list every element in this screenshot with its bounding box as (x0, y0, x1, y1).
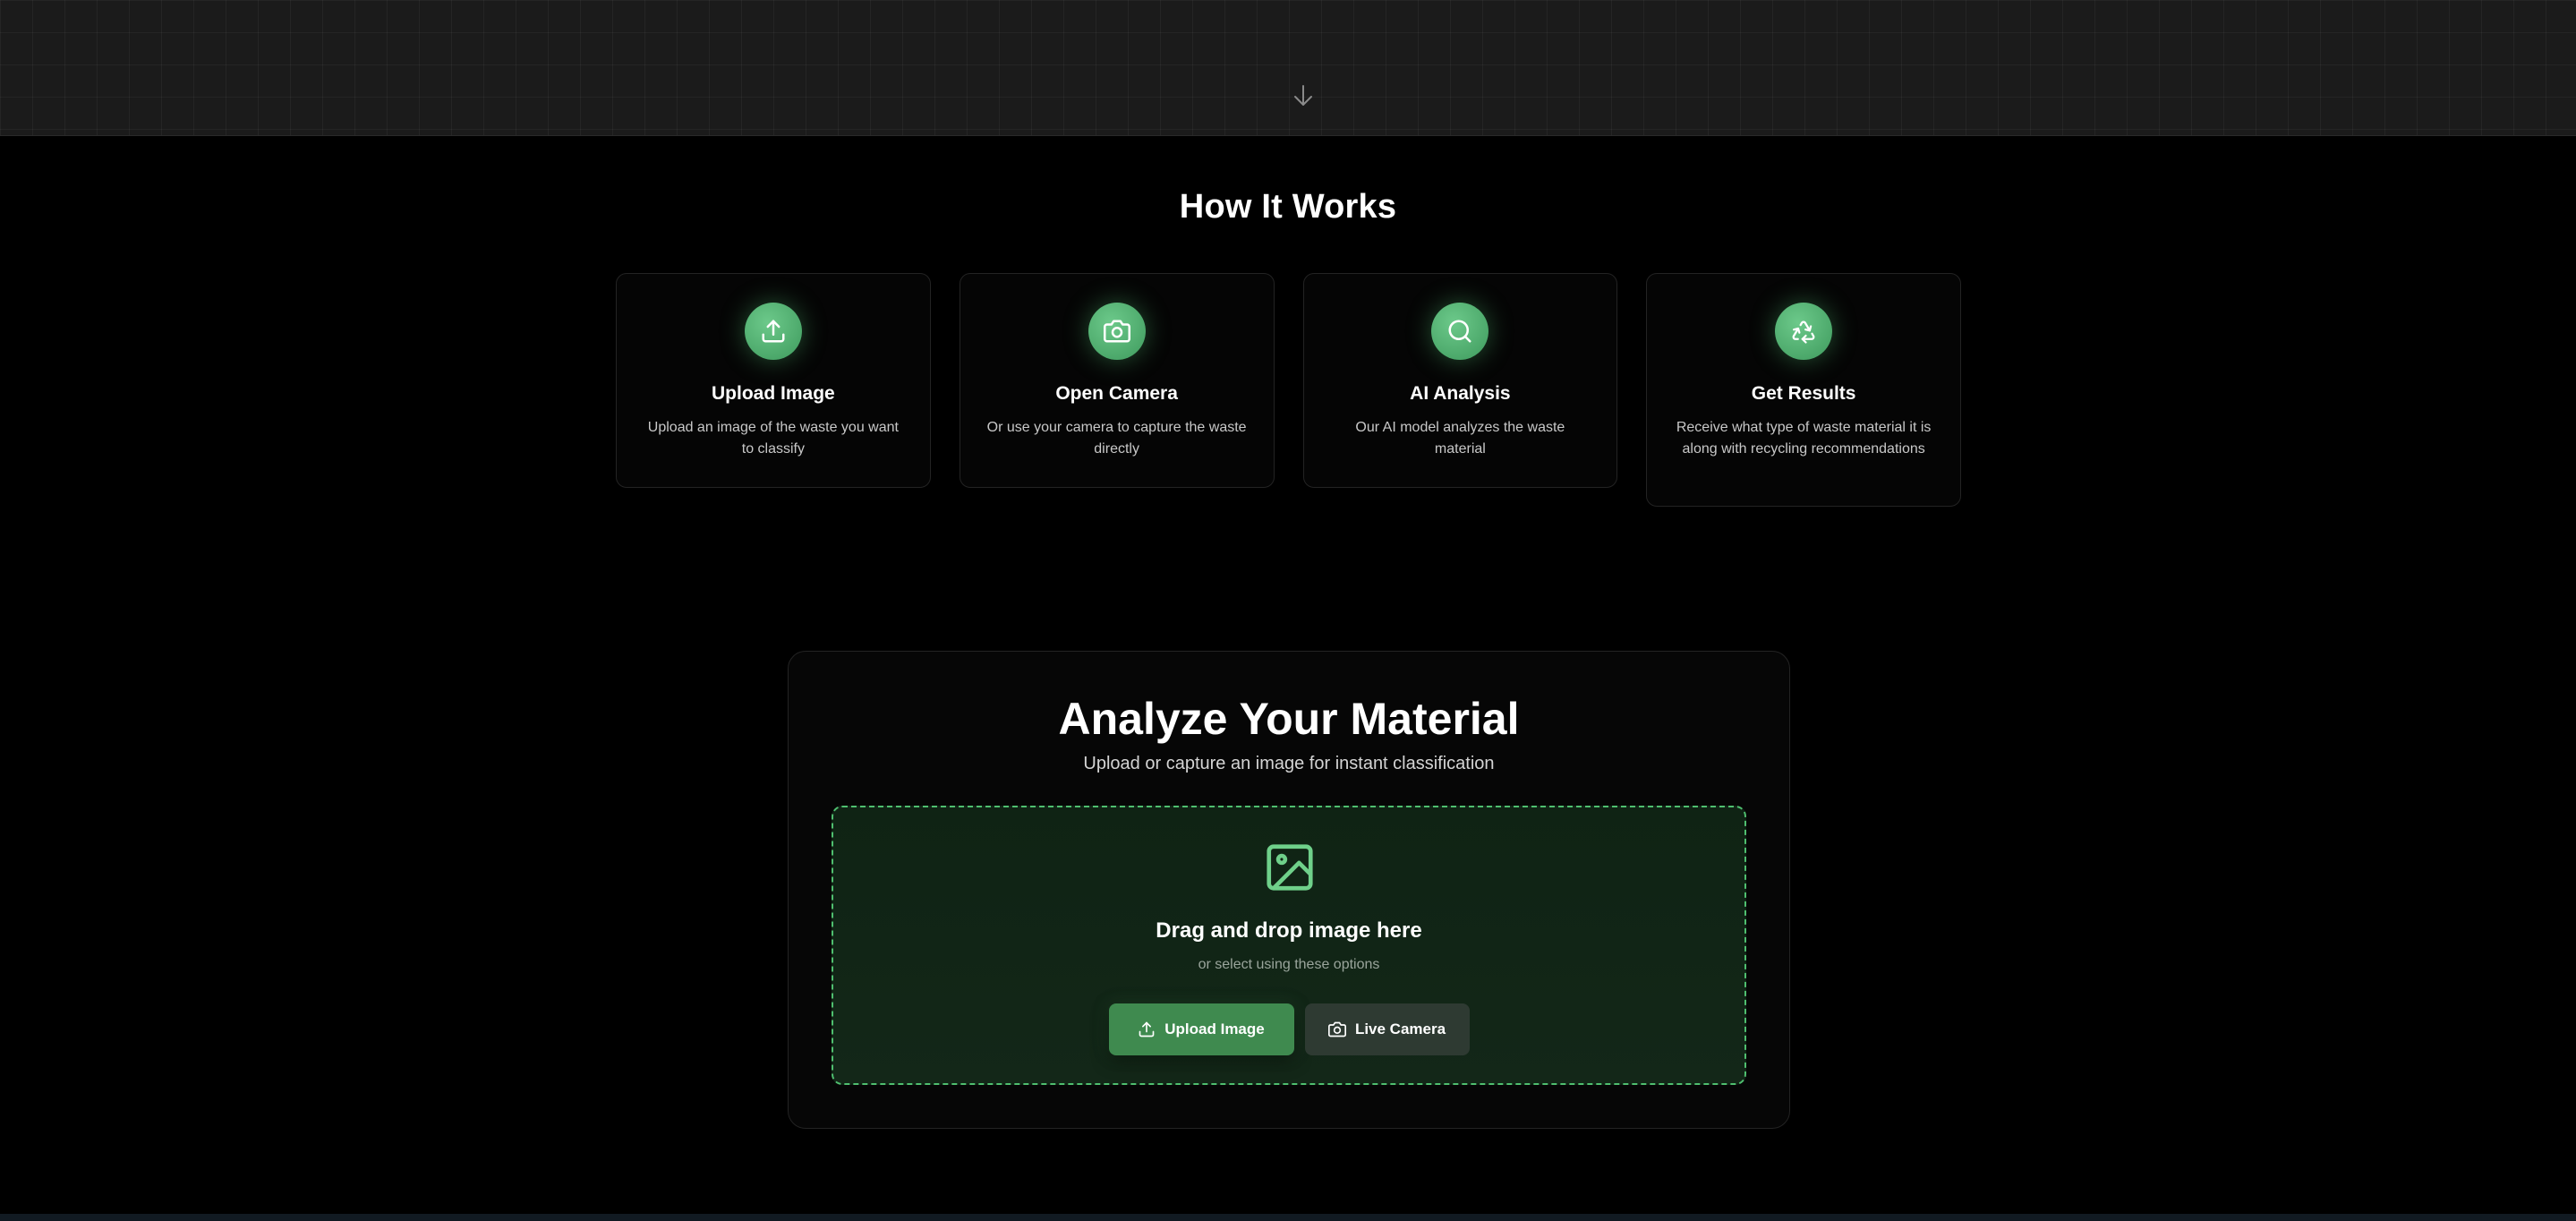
analyze-title: Analyze Your Material (1058, 694, 1520, 744)
camera-icon (1327, 1021, 1346, 1037)
step-description: Receive what type of waste material it i… (1676, 420, 1932, 457)
how-it-works-title: How It Works (1179, 188, 1397, 226)
step-title: Open Camera (1055, 383, 1178, 404)
steps-list: Upload Image Upload an image of the wast… (616, 273, 1961, 507)
dropzone-actions: Upload Image Live Camera (833, 1003, 1744, 1055)
image-dropzone[interactable]: Drag and drop image here or select using… (832, 806, 1746, 1085)
step-title: Get Results (1751, 383, 1856, 404)
step-title: Upload Image (712, 383, 835, 404)
search-icon (1431, 303, 1489, 360)
step-card-results: Get Results Receive what type of waste m… (1646, 273, 1961, 507)
arrow-down-icon[interactable] (1292, 82, 1315, 109)
dropzone-title: Drag and drop image here (1156, 918, 1422, 943)
hero-section (0, 0, 2576, 136)
dropzone-subtitle: or select using these options (1198, 957, 1380, 972)
step-description: Upload an image of the waste you want to… (647, 420, 899, 457)
step-card-upload: Upload Image Upload an image of the wast… (616, 273, 931, 488)
page-footer-edge (0, 1214, 2576, 1221)
step-title: AI Analysis (1410, 383, 1511, 404)
upload-icon (744, 303, 802, 360)
upload-image-button[interactable]: Upload Image (1108, 1003, 1294, 1055)
recycle-icon (1775, 303, 1833, 360)
live-camera-label: Live Camera (1354, 1020, 1446, 1037)
step-card-camera: Open Camera Or use your camera to captur… (959, 273, 1275, 488)
upload-icon (1139, 1021, 1155, 1037)
camera-icon (1088, 303, 1146, 360)
analyze-panel: Analyze Your Material Upload or capture … (788, 651, 1790, 1129)
live-camera-button[interactable]: Live Camera (1304, 1003, 1470, 1055)
analyze-subtitle: Upload or capture an image for instant c… (1083, 754, 1495, 773)
step-description: Or use your camera to capture the waste … (986, 420, 1247, 457)
step-description: Our AI model analyzes the waste material (1355, 420, 1565, 457)
upload-image-label: Upload Image (1164, 1020, 1265, 1037)
step-card-analysis: AI Analysis Our AI model analyzes the wa… (1302, 273, 1618, 488)
image-icon (1267, 844, 1313, 891)
